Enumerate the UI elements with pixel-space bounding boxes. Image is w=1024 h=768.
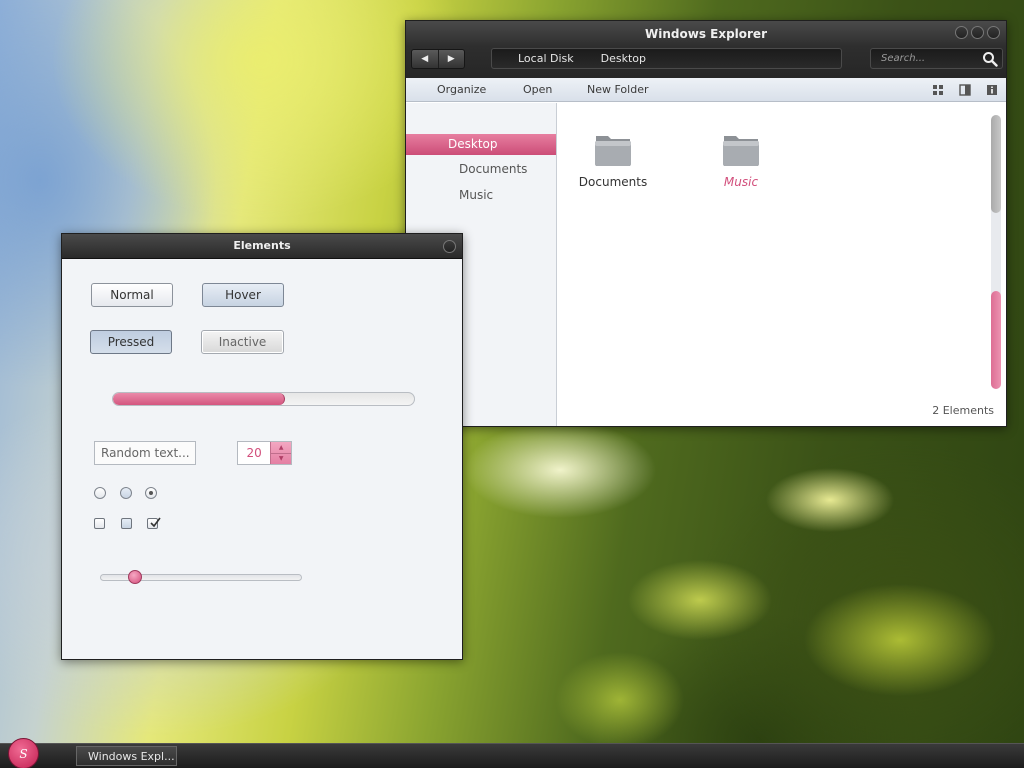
navigation-buttons: ◀ ▶ (411, 49, 465, 69)
sidebar-item-documents[interactable]: Documents (406, 159, 556, 180)
spinner-down-button[interactable]: ▼ (271, 452, 291, 465)
scrollbar-thumb-highlight[interactable] (991, 291, 1001, 389)
search-icon[interactable] (982, 51, 998, 67)
checkbox-checked[interactable] (147, 517, 161, 529)
chevron-up-icon: ▲ (278, 443, 284, 451)
checkbox-normal[interactable] (94, 518, 105, 529)
breadcrumb-local-disk[interactable]: Local Disk (518, 52, 574, 65)
close-button[interactable] (987, 26, 1000, 39)
taskbar: S Windows Expl... (0, 738, 1024, 768)
info-icon[interactable] (986, 84, 998, 96)
pressed-button[interactable]: Pressed (90, 330, 172, 354)
start-button[interactable]: S (8, 738, 39, 768)
forward-button[interactable]: ▶ (437, 50, 465, 68)
spinner-up-button[interactable]: ▲ (271, 442, 291, 453)
sidebar-item-music[interactable]: Music (406, 185, 556, 206)
preview-pane-icon[interactable] (959, 84, 971, 96)
explorer-toolbar: Organize Open New Folder (406, 78, 1006, 102)
progress-fill (113, 393, 285, 405)
search-box (870, 48, 1003, 69)
status-count: 2 Elements (932, 404, 994, 417)
grid-view-icon[interactable] (932, 84, 944, 96)
elements-window: Elements Normal Hover Pressed Inactive 2… (61, 233, 463, 660)
view-controls (932, 84, 998, 96)
folder-icon (723, 136, 759, 166)
minimize-button[interactable] (955, 26, 968, 39)
folder-music[interactable]: Music (696, 130, 786, 189)
folder-icon (595, 136, 631, 166)
new-folder-button[interactable]: New Folder (587, 83, 648, 96)
radio-hover[interactable] (120, 487, 132, 499)
folder-label: Documents (578, 175, 648, 189)
radio-normal[interactable] (94, 487, 106, 499)
spinner-value[interactable]: 20 (238, 442, 270, 464)
back-arrow-icon: ◀ (421, 54, 429, 64)
address-bar[interactable]: Local Disk Desktop (491, 48, 842, 69)
slider[interactable] (100, 570, 302, 584)
folder-documents[interactable]: Documents (568, 130, 658, 189)
breadcrumb-desktop[interactable]: Desktop (601, 52, 646, 65)
progress-bar (112, 392, 415, 406)
back-button[interactable]: ◀ (412, 50, 438, 68)
close-button[interactable] (443, 240, 456, 253)
explorer-content: Documents Music 2 Elements (558, 103, 1006, 426)
spinner-arrows: ▲ ▼ (270, 442, 291, 464)
hover-button[interactable]: Hover (202, 283, 284, 307)
slider-thumb[interactable] (128, 570, 142, 584)
explorer-titlebar[interactable]: Windows Explorer ◀ ▶ Local Disk Desktop (406, 21, 1006, 78)
organize-menu[interactable]: Organize (437, 83, 486, 96)
chevron-down-icon: ▼ (278, 455, 284, 463)
checkmark-icon (150, 517, 161, 528)
forward-arrow-icon: ▶ (447, 54, 455, 64)
text-field[interactable] (94, 441, 196, 465)
checkbox-hover[interactable] (121, 518, 132, 529)
taskbar-item-windows-explorer[interactable]: Windows Expl... (76, 746, 177, 766)
open-button[interactable]: Open (523, 83, 552, 96)
inactive-button: Inactive (201, 330, 284, 354)
normal-button[interactable]: Normal (91, 283, 173, 307)
explorer-title: Windows Explorer (645, 27, 767, 41)
sidebar-item-desktop[interactable]: Desktop (406, 134, 556, 155)
search-input[interactable] (871, 49, 976, 68)
windows-explorer-window: Windows Explorer ◀ ▶ Local Disk Desktop … (405, 20, 1007, 427)
explorer-window-controls (955, 26, 1000, 39)
scrollbar-thumb[interactable] (991, 115, 1001, 213)
sidebar-item-label: Desktop (448, 137, 498, 151)
radio-checked[interactable] (145, 487, 157, 499)
number-spinner[interactable]: 20 ▲ ▼ (237, 441, 292, 465)
folder-label: Music (723, 175, 759, 189)
elements-title: Elements (233, 239, 291, 252)
vertical-scrollbar[interactable] (991, 115, 1001, 389)
elements-titlebar[interactable]: Elements (62, 234, 462, 259)
sidebar-item-label: Music (459, 188, 494, 202)
maximize-button[interactable] (971, 26, 984, 39)
sidebar-item-label: Documents (459, 162, 528, 176)
